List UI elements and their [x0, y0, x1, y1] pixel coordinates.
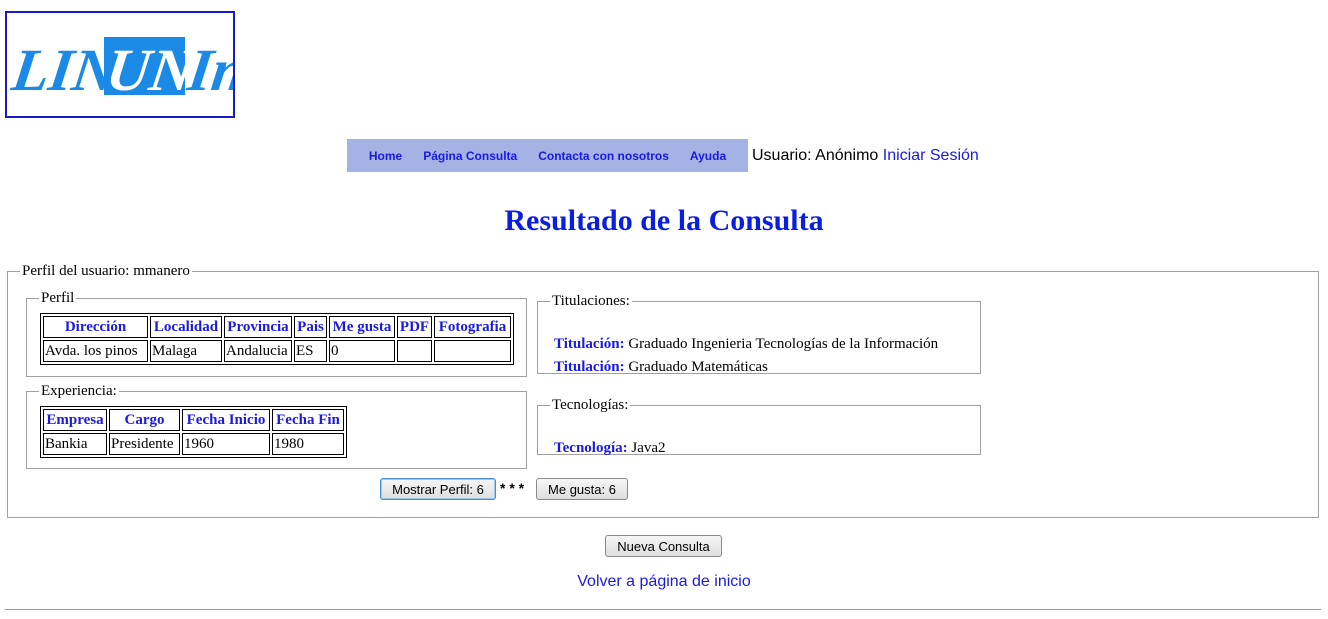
new-query-button[interactable]: Nueva Consulta: [605, 535, 722, 557]
list-item: Titulación: Graduado Matemáticas: [554, 359, 768, 376]
titulacion-key: Titulación:: [554, 359, 625, 375]
perfil-table: Dirección Localidad Provincia Pais Me gu…: [40, 313, 514, 365]
tecnologias-fieldset: Tecnologías: Tecnología: Java2: [537, 397, 981, 457]
cell-provincia: Andalucia: [224, 340, 292, 362]
page-title: Resultado de la Consulta: [504, 204, 824, 237]
col-header-direccion: Dirección: [43, 316, 148, 338]
top-navigation: Home Página Consulta Contacta con nosotr…: [347, 139, 979, 172]
perfil-header-row: Dirección Localidad Provincia Pais Me gu…: [43, 316, 511, 338]
login-link[interactable]: Iniciar Sesión: [883, 147, 979, 164]
tecnologia-value: Java2: [631, 440, 666, 456]
nav-contact-link[interactable]: Contacta con nosotros: [528, 149, 680, 163]
logo-graphic: LINK UNED In: [7, 37, 233, 104]
nav-bar: Home Página Consulta Contacta con nosotr…: [347, 139, 748, 172]
titulaciones-legend: Titulaciones:: [552, 293, 630, 309]
likes-button[interactable]: Me gusta: 6: [536, 478, 628, 500]
experiencia-table: Empresa Cargo Fecha Inicio Fecha Fin Ban…: [40, 406, 347, 458]
footer-divider: [5, 609, 1321, 610]
col-header-fecha-fin: Fecha Fin: [272, 409, 344, 431]
list-item: Tecnología: Java2: [554, 440, 666, 457]
col-header-cargo: Cargo: [109, 409, 180, 431]
cell-fecha-fin: 1980: [272, 433, 344, 455]
titulaciones-fieldset: Titulaciones: Titulación: Graduado Ingen…: [537, 293, 981, 376]
perfil-legend: Perfil: [41, 290, 75, 306]
nav-help-link[interactable]: Ayuda: [679, 149, 736, 163]
cell-me-gusta: 0: [329, 340, 395, 362]
titulacion-value: Graduado Matemáticas: [628, 359, 768, 375]
nav-home-link[interactable]: Home: [358, 149, 412, 163]
user-label: Usuario: Anónimo: [752, 146, 879, 164]
col-header-fecha-inicio: Fecha Inicio: [182, 409, 270, 431]
experiencia-header-row: Empresa Cargo Fecha Inicio Fecha Fin: [43, 409, 344, 431]
user-status: Usuario: Anónimo Iniciar Sesión: [752, 147, 979, 165]
cell-empresa: Bankia: [43, 433, 107, 455]
cell-cargo: Presidente: [109, 433, 180, 455]
user-profile-legend: Perfil del usuario: mmanero: [22, 263, 190, 279]
col-header-fotografia: Fotografia: [434, 316, 511, 338]
experiencia-legend: Experiencia:: [41, 383, 117, 399]
cell-pais: ES: [294, 340, 327, 362]
back-home-link[interactable]: Volver a página de inicio: [0, 573, 1328, 591]
tecnologia-key: Tecnología:: [554, 440, 628, 456]
site-logo: LINK UNED In: [5, 11, 235, 118]
titulacion-value: Graduado Ingenieria Tecnologías de la In…: [628, 336, 939, 352]
table-row: Bankia Presidente 1960 1980: [43, 433, 344, 455]
cell-fecha-inicio: 1960: [182, 433, 270, 455]
col-header-me-gusta: Me gusta: [329, 316, 395, 338]
tecnologias-legend: Tecnologías:: [552, 397, 629, 413]
separator-stars: * * *: [500, 480, 525, 496]
titulacion-key: Titulación:: [554, 336, 625, 352]
table-row: Avda. los pinos Malaga Andalucia ES 0: [43, 340, 511, 362]
cell-pdf: [397, 340, 432, 362]
col-header-pdf: PDF: [397, 316, 432, 338]
show-profile-button[interactable]: Mostrar Perfil: 6: [380, 478, 496, 500]
col-header-provincia: Provincia: [224, 316, 292, 338]
cell-direccion: Avda. los pinos: [43, 340, 148, 362]
col-header-localidad: Localidad: [150, 316, 222, 338]
nav-consulta-link[interactable]: Página Consulta: [413, 149, 528, 163]
list-item: Titulación: Graduado Ingenieria Tecnolog…: [554, 336, 938, 353]
cell-localidad: Malaga: [150, 340, 222, 362]
cell-fotografia: [434, 340, 511, 362]
col-header-pais: Pais: [294, 316, 327, 338]
col-header-empresa: Empresa: [43, 409, 107, 431]
